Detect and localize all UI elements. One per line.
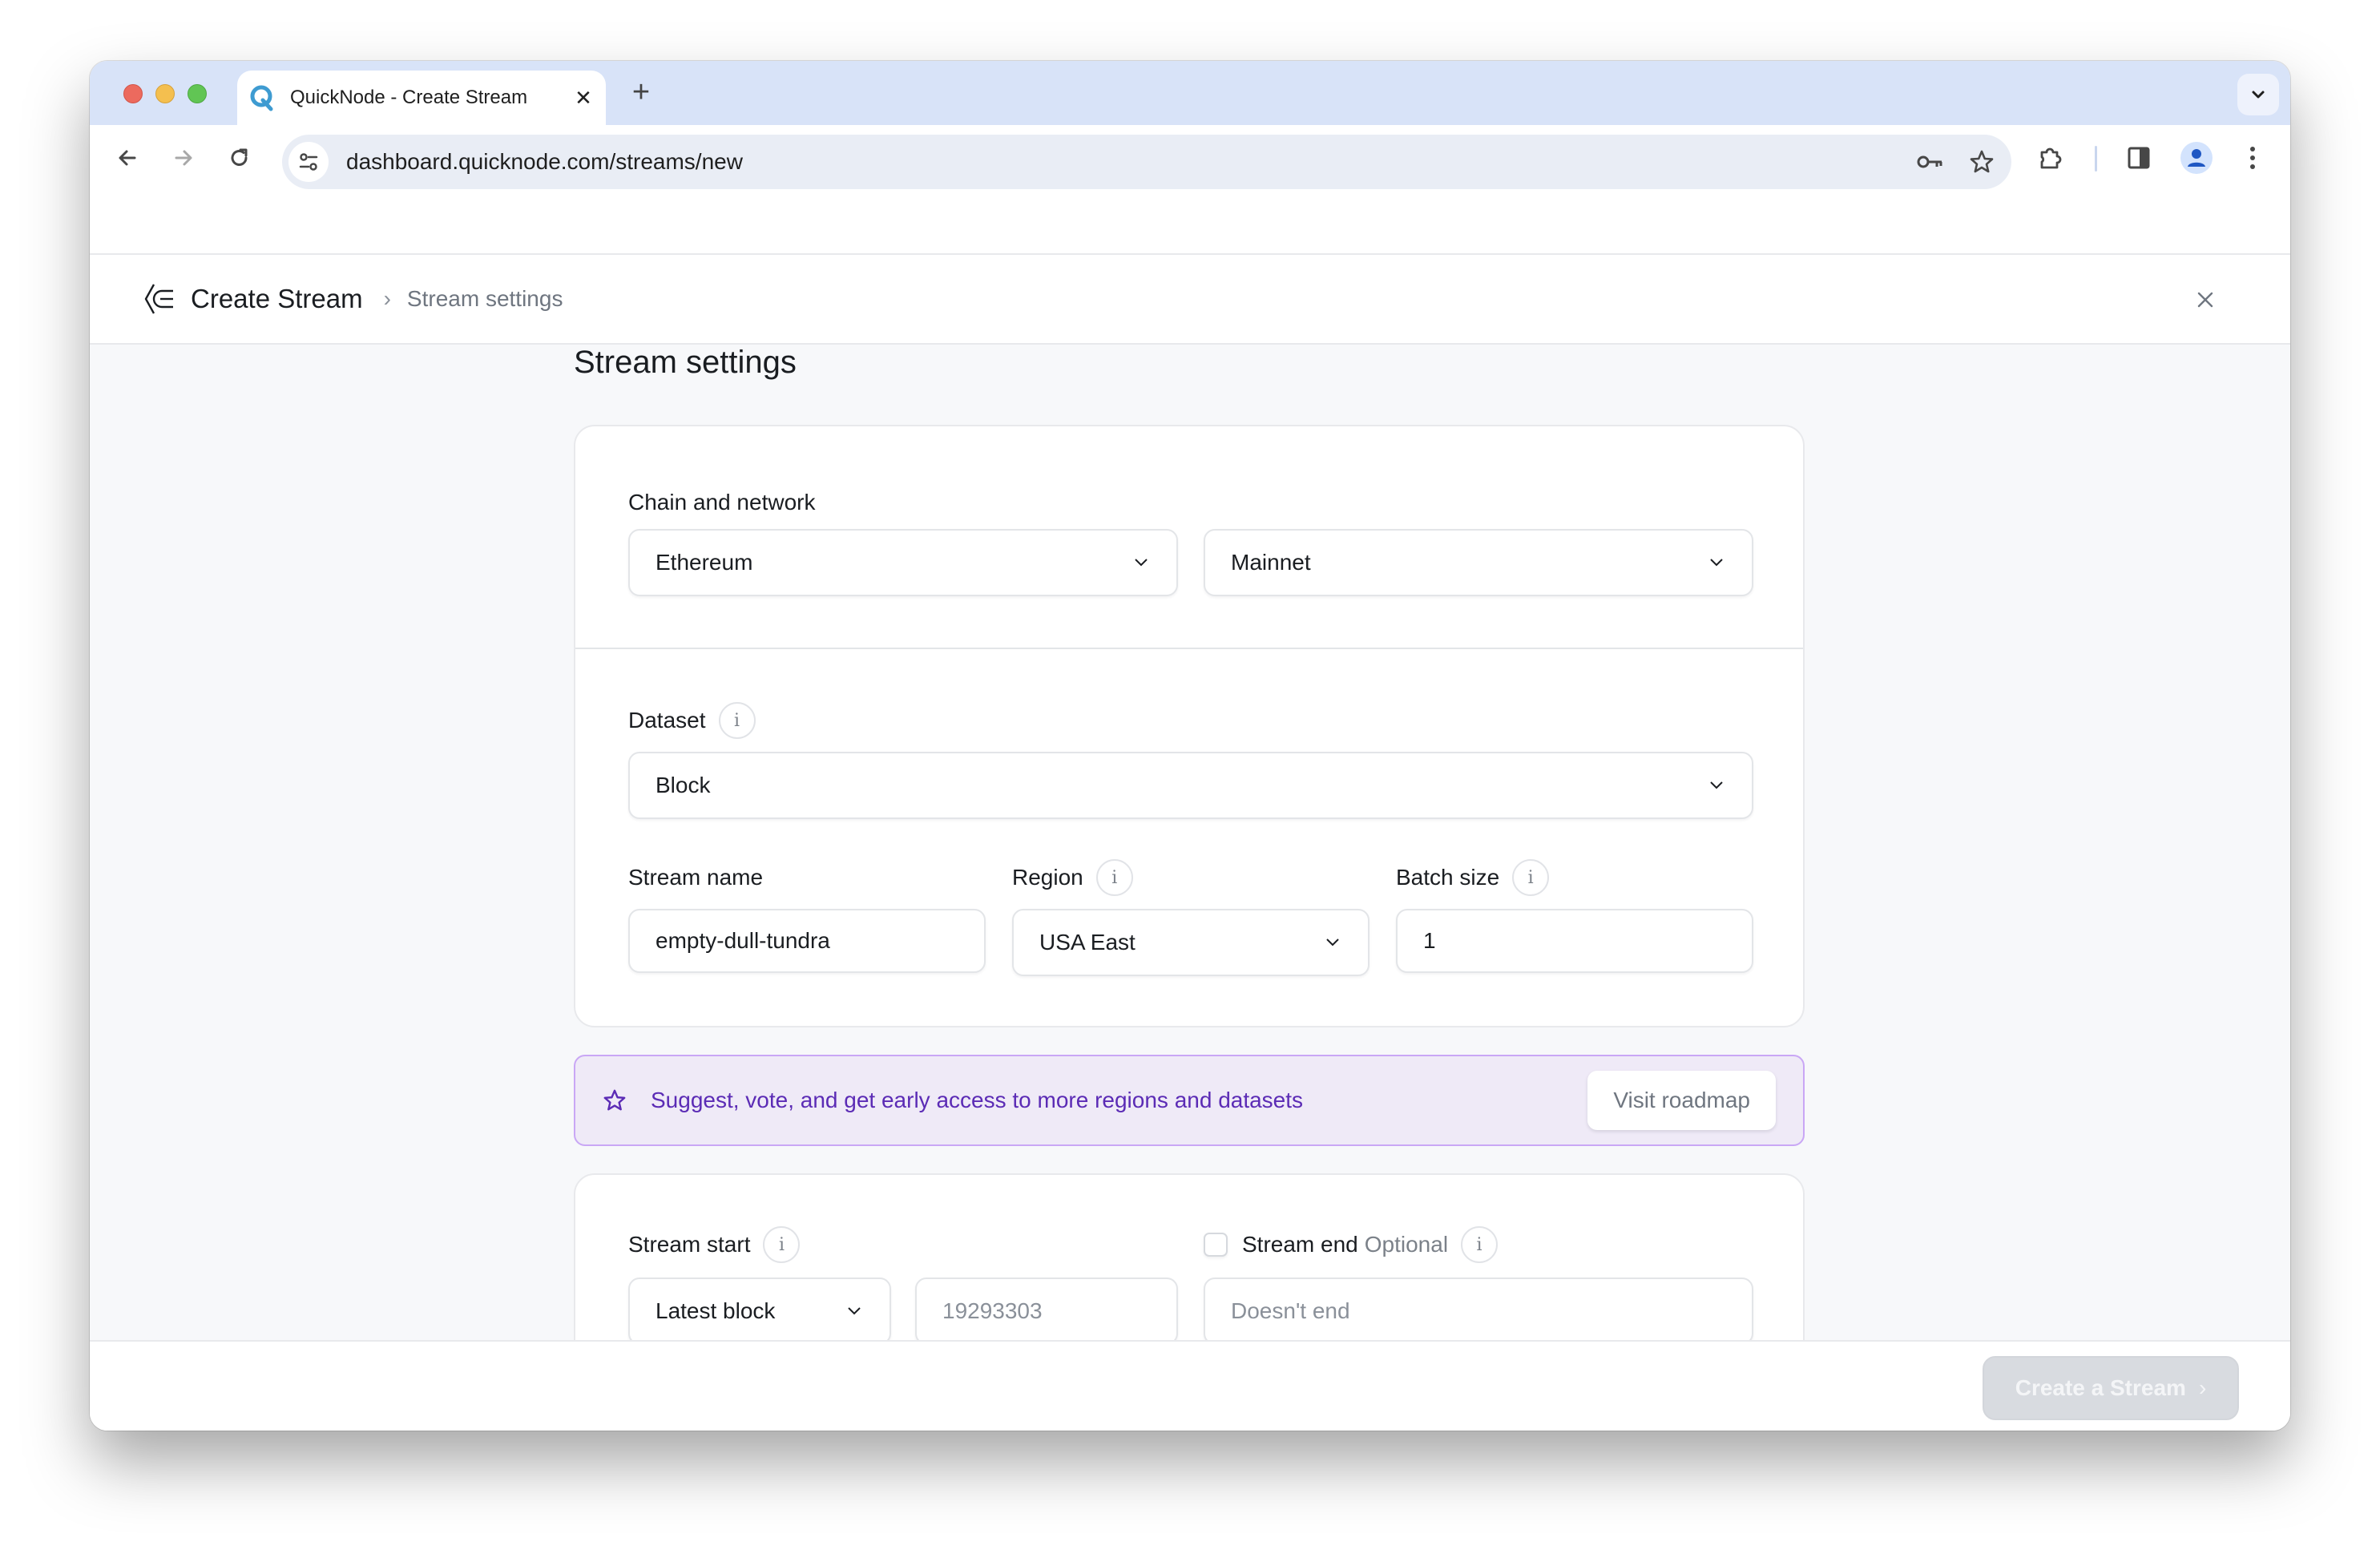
minimize-window-button[interactable] [155, 84, 175, 103]
chevron-down-icon [848, 1307, 861, 1315]
stream-name-value: empty-dull-tundra [656, 928, 830, 953]
tab-search-button[interactable] [2237, 74, 2279, 115]
region-select[interactable]: USA East [1012, 909, 1370, 976]
dataset-label: Dataset i [628, 702, 756, 739]
roadmap-banner-text: Suggest, vote, and get early access to m… [651, 1088, 1304, 1112]
page-title: Stream settings [574, 345, 797, 380]
info-icon[interactable]: i [1461, 1226, 1499, 1263]
batch-size-input[interactable]: 1 [1396, 909, 1753, 973]
browser-window: QuickNode - Create Stream ✕ + dashboard.… [90, 61, 2290, 1431]
extensions-button[interactable] [2029, 136, 2072, 180]
optional-tag: Optional [1364, 1232, 1449, 1257]
stream-end-label: Stream end Optional i [1204, 1226, 1499, 1263]
start-block-input[interactable]: 19293303 [915, 1278, 1178, 1340]
chevron-down-icon [1326, 938, 1339, 947]
chain-select-value: Ethereum [656, 550, 753, 575]
arrow-right-icon [175, 150, 192, 166]
stream-name-input[interactable]: empty-dull-tundra [628, 909, 986, 973]
wizard-footer: Create a Stream › [90, 1340, 2290, 1431]
stream-end-placeholder: Doesn't end [1231, 1298, 1350, 1323]
chevron-right-icon: › [2198, 1375, 2207, 1400]
key-icon [1917, 155, 1942, 168]
batch-size-value: 1 [1423, 928, 1436, 953]
reload-icon [231, 148, 248, 166]
more-vertical-icon [2250, 147, 2255, 169]
plus-icon[interactable]: + [625, 75, 657, 110]
url-text[interactable]: dashboard.quicknode.com/streams/new [346, 149, 1909, 175]
close-wizard-button[interactable] [2188, 282, 2223, 317]
address-bar[interactable]: dashboard.quicknode.com/streams/new [282, 135, 2011, 189]
chevron-down-icon [2252, 91, 2265, 99]
reload-button[interactable] [218, 136, 261, 180]
network-select-value: Mainnet [1231, 550, 1311, 575]
stream-range-card: Stream start i Stream end Optional i Lat… [574, 1173, 1805, 1340]
chain-network-label: Chain and network [628, 490, 816, 515]
stream-start-mode-select[interactable]: Latest block [628, 1278, 891, 1340]
chevron-down-icon [1710, 781, 1723, 789]
create-stream-button[interactable]: Create a Stream › [1983, 1356, 2239, 1420]
card-divider [575, 648, 1803, 649]
form-scroll-area[interactable]: Stream settings Chain and network Ethere… [90, 345, 2290, 1340]
puzzle-icon [2040, 147, 2062, 169]
info-icon[interactable]: i [763, 1226, 801, 1263]
close-icon [2197, 292, 2213, 308]
network-select[interactable]: Mainnet [1204, 529, 1753, 596]
roadmap-banner: Suggest, vote, and get early access to m… [574, 1055, 1805, 1146]
chain-select[interactable]: Ethereum [628, 529, 1178, 596]
dataset-select[interactable]: Block [628, 752, 1753, 819]
info-icon[interactable]: i [1095, 859, 1133, 896]
stream-end-checkbox[interactable] [1204, 1233, 1228, 1257]
chevron-down-icon [1710, 559, 1723, 567]
tab-bar: QuickNode - Create Stream ✕ + [90, 61, 2290, 125]
stream-start-label-text: Stream start [628, 1232, 751, 1257]
side-panel-button[interactable] [2117, 136, 2160, 180]
dataset-label-text: Dataset [628, 708, 706, 733]
quicknode-q-icon [250, 85, 273, 111]
region-label: Region i [1012, 859, 1133, 896]
site-info-button[interactable] [288, 142, 329, 182]
page-content: Create Stream › Stream settings Stream s… [90, 192, 2290, 1431]
star-outline-icon [1970, 150, 1994, 173]
streams-logo-icon [144, 284, 173, 314]
stream-start-label: Stream start i [628, 1226, 801, 1263]
breadcrumb-create-stream[interactable]: Create Stream [191, 284, 363, 314]
tab-title: QuickNode - Create Stream [290, 87, 528, 108]
create-stream-button-label: Create a Stream [2015, 1375, 2186, 1400]
stream-name-label: Stream name [628, 865, 764, 890]
close-icon[interactable]: ✕ [567, 86, 599, 111]
dataset-select-value: Block [656, 773, 711, 797]
password-button[interactable] [1909, 140, 1952, 184]
forward-button[interactable] [162, 136, 205, 180]
region-select-value: USA East [1039, 930, 1136, 955]
toolbar-separator [2095, 146, 2097, 172]
stream-end-label-text: Stream end [1242, 1232, 1358, 1257]
browser-menu-button[interactable] [2231, 136, 2274, 180]
star-outline-icon [603, 1089, 626, 1111]
profile-button[interactable] [2175, 136, 2218, 180]
back-button[interactable] [106, 136, 149, 180]
zoom-window-button[interactable] [188, 84, 207, 103]
page-header: Create Stream › Stream settings [90, 253, 2290, 345]
person-icon [2180, 142, 2213, 174]
browser-toolbar: dashboard.quicknode.com/streams/new [90, 125, 2290, 192]
region-label-text: Region [1012, 865, 1083, 890]
stream-start-mode-value: Latest block [656, 1298, 776, 1323]
start-block-placeholder: 19293303 [942, 1298, 1043, 1323]
batch-size-label: Batch size i [1396, 859, 1550, 896]
breadcrumb-separator: › [383, 286, 391, 311]
chevron-down-icon [1135, 559, 1148, 567]
tune-icon [299, 153, 318, 171]
info-icon[interactable]: i [718, 702, 756, 739]
batch-size-label-text: Batch size [1396, 865, 1500, 890]
arrow-left-icon [119, 150, 136, 166]
close-window-button[interactable] [123, 84, 143, 103]
info-icon[interactable]: i [1512, 859, 1550, 896]
visit-roadmap-button[interactable]: Visit roadmap [1587, 1071, 1776, 1130]
browser-tab-active[interactable]: QuickNode - Create Stream ✕ [237, 71, 606, 125]
bookmark-button[interactable] [1960, 140, 2003, 184]
stream-end-input[interactable]: Doesn't end [1204, 1278, 1753, 1340]
breadcrumb-stream-settings: Stream settings [406, 286, 563, 311]
stream-config-card: Chain and network Ethereum Mainnet Datas… [574, 425, 1805, 1027]
side-panel-icon [2128, 147, 2150, 169]
